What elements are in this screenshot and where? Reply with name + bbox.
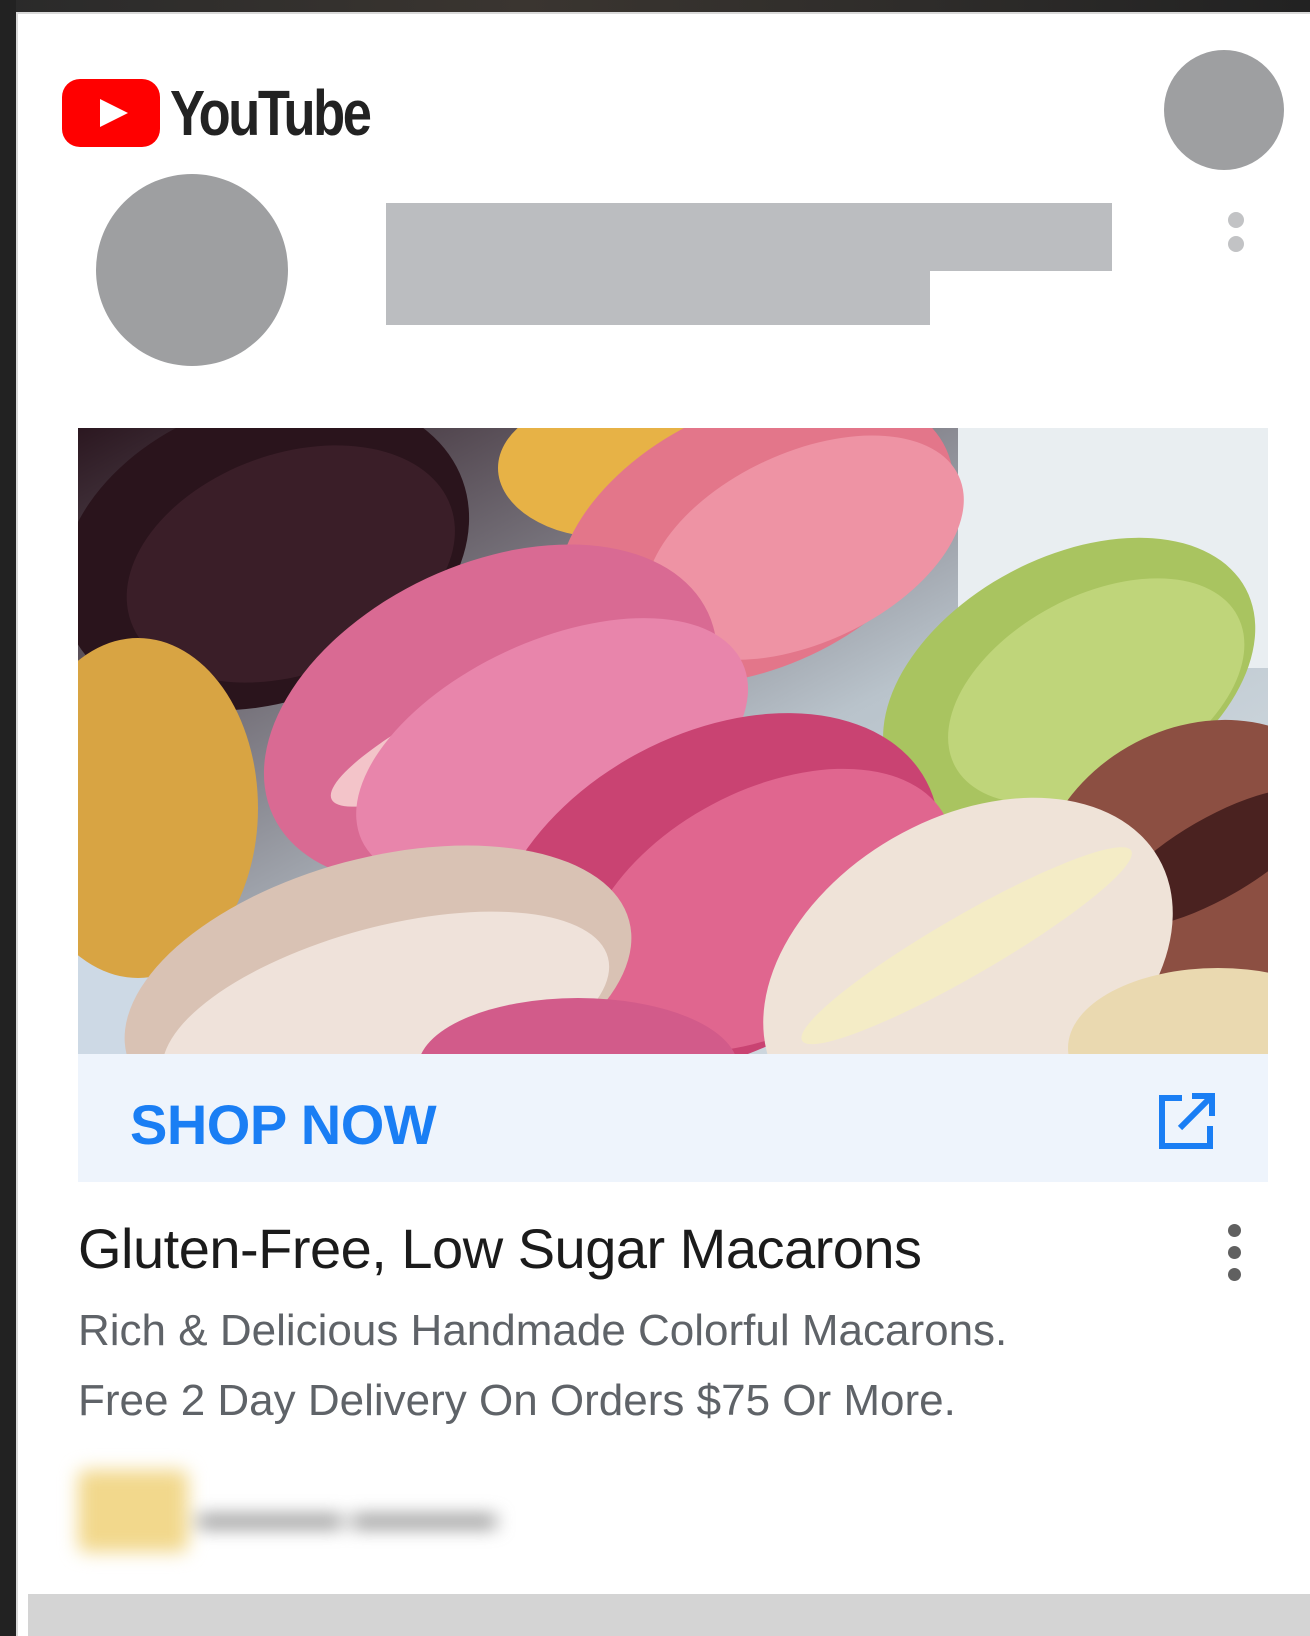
channel-avatar-placeholder bbox=[96, 174, 288, 366]
title-placeholder-line bbox=[386, 203, 1112, 271]
description-line: Free 2 Day Delivery On Orders $75 Or Mor… bbox=[78, 1376, 956, 1425]
ad-headline[interactable]: Gluten-Free, Low Sugar Macarons bbox=[78, 1216, 1158, 1281]
ad-description: Rich & Delicious Handmade Colorful Macar… bbox=[78, 1296, 1238, 1436]
advertiser-icon bbox=[78, 1470, 188, 1552]
advertiser-name-blurred: ▬▬▬▬ ▬▬▬▬ bbox=[198, 1494, 497, 1535]
bottom-bar bbox=[28, 1594, 1310, 1636]
title-placeholder-line bbox=[386, 271, 930, 325]
cta-label: SHOP NOW bbox=[130, 1093, 437, 1156]
shop-now-button[interactable]: SHOP NOW bbox=[78, 1054, 1268, 1182]
more-vert-icon[interactable] bbox=[1224, 1224, 1244, 1288]
ad-preview-card: YouTube SHOP NOW Gluten-Free, Low Sugar … bbox=[16, 12, 1310, 1636]
open-in-new-icon bbox=[1159, 1093, 1215, 1149]
header-spacer bbox=[18, 14, 1310, 192]
advertiser-row-blurred: ▬▬▬▬ ▬▬▬▬ bbox=[68, 1462, 688, 1562]
description-line: Rich & Delicious Handmade Colorful Macar… bbox=[78, 1306, 1008, 1355]
macarons-photo[interactable] bbox=[78, 428, 1268, 1054]
window-left-edge bbox=[0, 0, 16, 1636]
more-vert-icon[interactable] bbox=[1226, 212, 1246, 262]
